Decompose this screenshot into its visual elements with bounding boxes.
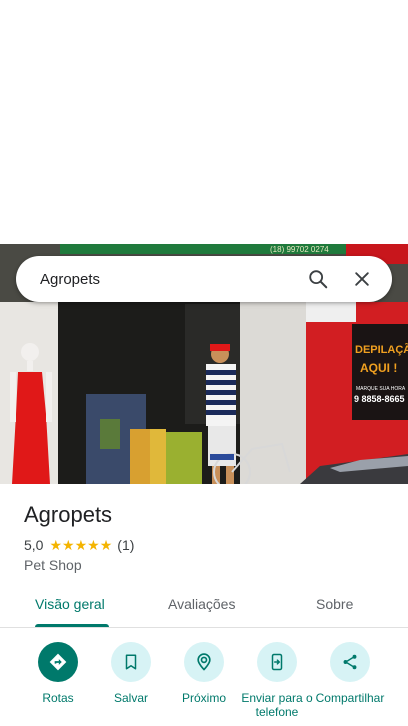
- share-button[interactable]: Compartilhar: [310, 642, 390, 705]
- action-buttons: Rotas Salvar Próximo Enviar para o telef…: [0, 642, 408, 726]
- send-to-phone-button[interactable]: Enviar para o telefone: [237, 642, 317, 719]
- star-icon: ★: [74, 537, 88, 553]
- tab-reviews[interactable]: Avaliações: [168, 596, 235, 612]
- nearby-label: Próximo: [181, 691, 226, 705]
- star-icon: ★: [62, 537, 75, 553]
- bookmark-icon: [111, 642, 151, 682]
- rating-row[interactable]: 5,0 ★ ★ ★ ★ ★ (1): [24, 537, 134, 553]
- shop-sign-line2: AQUI !: [360, 361, 397, 375]
- star-icon: ★: [49, 537, 63, 553]
- tab-overview[interactable]: Visão geral: [35, 596, 105, 612]
- star-icon: ★: [87, 537, 100, 553]
- shop-sign-line3: MARQUE SUA HORA: [356, 386, 406, 392]
- star-rating: ★ ★ ★ ★ ★: [49, 538, 112, 552]
- place-details-sheet: Agropets 5,0 ★ ★ ★ ★ ★ (1) Pet Shop Visã…: [0, 484, 408, 726]
- directions-label: Rotas: [42, 691, 74, 705]
- save-button[interactable]: Salvar: [91, 642, 171, 705]
- tab-about[interactable]: Sobre: [316, 596, 353, 612]
- save-label: Salvar: [113, 691, 148, 705]
- active-tab-indicator: [35, 624, 109, 627]
- send-to-phone-label: Enviar para o telefone: [241, 691, 313, 719]
- rating-value: 5,0: [24, 537, 44, 553]
- close-icon[interactable]: [340, 257, 384, 301]
- nearby-icon: [184, 642, 224, 682]
- nearby-button[interactable]: Próximo: [164, 642, 244, 705]
- tab-bar: Visão geral Avaliações Sobre: [0, 584, 408, 628]
- send-to-phone-icon: [257, 642, 297, 682]
- directions-button[interactable]: Rotas: [18, 642, 98, 705]
- shop-sign-phone: 9 8858-8665: [354, 394, 405, 404]
- directions-icon: [38, 642, 78, 682]
- share-icon: [330, 642, 370, 682]
- place-title: Agropets: [24, 502, 113, 527]
- review-count: (1): [117, 537, 135, 553]
- search-icon[interactable]: [296, 257, 340, 301]
- star-icon: ★: [99, 537, 113, 553]
- search-bar[interactable]: Agropets: [16, 256, 392, 302]
- place-category: Pet Shop: [24, 557, 82, 573]
- store-sign-text: (18) 99702 0274: [270, 245, 329, 254]
- shop-sign-line1: DEPILAÇÃO: [355, 343, 408, 356]
- search-input[interactable]: Agropets: [40, 271, 296, 288]
- map-area: [0, 0, 408, 244]
- share-label: Compartilhar: [315, 691, 385, 705]
